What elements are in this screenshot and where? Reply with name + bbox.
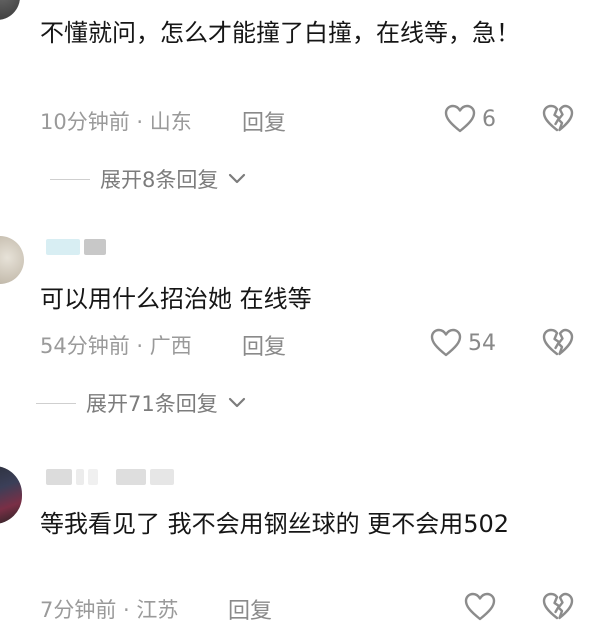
expand-replies-label: 展开8条回复	[100, 168, 219, 192]
broken-heart-icon	[542, 104, 574, 132]
comment-time-location: 10分钟前 · 山东	[40, 110, 192, 134]
chevron-down-icon	[229, 173, 246, 184]
avatar[interactable]	[0, 466, 22, 524]
broken-heart-icon	[542, 592, 574, 620]
username[interactable]	[46, 468, 174, 486]
dislike-button[interactable]	[542, 104, 574, 138]
username-blurred	[46, 469, 72, 485]
expand-replies-label: 展开71条回复	[86, 392, 218, 416]
expand-replies-button[interactable]: 展开71条回复	[36, 388, 246, 418]
reply-button[interactable]: 回复	[242, 329, 286, 361]
username-blurred	[76, 469, 84, 485]
username-blurred	[150, 469, 174, 485]
heart-outline-icon	[464, 592, 496, 621]
username[interactable]	[46, 238, 106, 256]
chevron-down-icon	[228, 397, 245, 408]
avatar[interactable]	[0, 236, 24, 284]
divider	[50, 178, 90, 180]
heart-outline-icon	[444, 104, 476, 133]
like-button[interactable]: 54	[430, 328, 496, 358]
dislike-button[interactable]	[542, 328, 574, 362]
comment-meta: 54分钟前 · 广西 回复	[40, 330, 286, 360]
username-blurred	[88, 469, 98, 485]
username-blurred	[84, 239, 106, 255]
like-button[interactable]	[464, 592, 502, 622]
comment-time-location: 54分钟前 · 广西	[40, 334, 192, 358]
username-blurred	[116, 469, 146, 485]
like-count: 54	[468, 330, 496, 356]
comment-thread: 不懂就问，怎么才能撞了白撞，在线等，急！ 10分钟前 · 山东 回复 6 展开8…	[0, 0, 600, 624]
reply-button[interactable]: 回复	[228, 593, 272, 624]
dislike-button[interactable]	[542, 592, 574, 624]
like-count: 6	[482, 106, 496, 132]
broken-heart-icon	[542, 328, 574, 356]
comment-text: 等我看见了 我不会用钢丝球的 更不会用502	[40, 510, 510, 538]
comment-meta: 10分钟前 · 山东 回复	[40, 106, 286, 136]
comment-time-location: 7分钟前 · 江苏	[40, 598, 179, 622]
username-blurred	[46, 239, 80, 255]
reply-button[interactable]: 回复	[242, 105, 286, 137]
comment-text: 可以用什么招治她 在线等	[40, 285, 312, 313]
expand-replies-button[interactable]: 展开8条回复	[50, 164, 246, 194]
comment-text: 不懂就问，怎么才能撞了白撞，在线等，急！	[40, 19, 520, 47]
like-button[interactable]: 6	[444, 104, 496, 134]
comment-meta: 7分钟前 · 江苏 回复	[40, 594, 272, 624]
divider	[36, 402, 76, 404]
avatar[interactable]	[0, 0, 20, 20]
heart-outline-icon	[430, 328, 462, 357]
